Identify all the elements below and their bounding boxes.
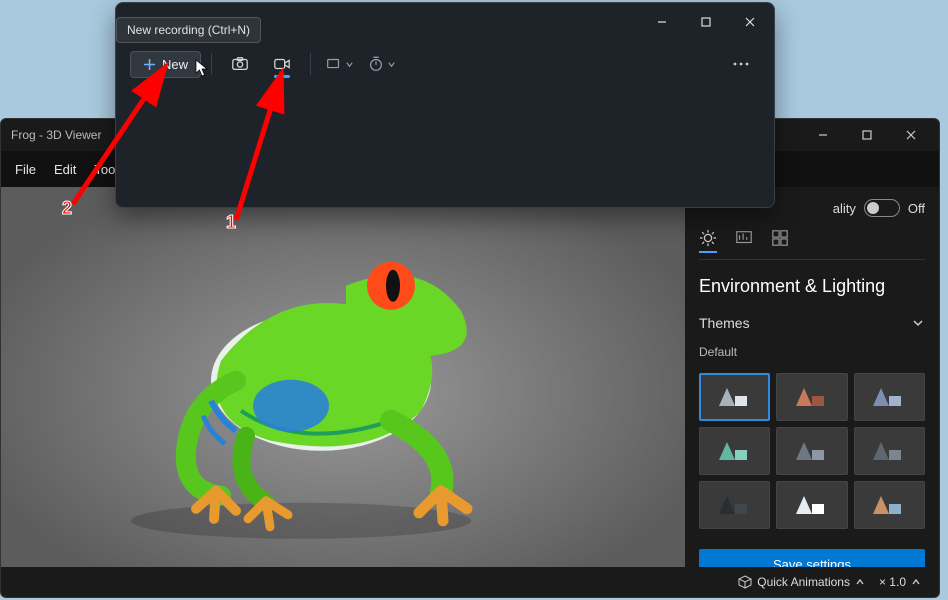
video-mode-button[interactable]: [264, 48, 300, 80]
quality-state: Off: [908, 201, 925, 216]
theme-swatch[interactable]: [699, 481, 770, 529]
annotation-label-1: 1: [226, 212, 236, 233]
new-label: New: [162, 57, 188, 72]
separator: [211, 53, 212, 75]
minimize-button[interactable]: [640, 6, 684, 38]
maximize-button[interactable]: [847, 121, 887, 149]
delay-button[interactable]: [363, 48, 399, 80]
timer-icon: [367, 55, 385, 73]
annotation-label-2: 2: [62, 198, 72, 219]
viewer-title: Frog - 3D Viewer: [11, 128, 101, 142]
camera-icon: [231, 55, 249, 73]
theme-swatch[interactable]: [854, 373, 925, 421]
tab-lighting[interactable]: [699, 229, 717, 253]
frog-model: [91, 231, 511, 541]
right-panel: ality Off Environment & Lighting Themes: [685, 187, 939, 597]
quality-toggle[interactable]: [864, 199, 900, 217]
theme-swatch[interactable]: [699, 373, 770, 421]
theme-swatch[interactable]: [854, 481, 925, 529]
themes-label: Themes: [699, 315, 750, 331]
ellipsis-icon: [732, 61, 750, 67]
theme-swatch[interactable]: [854, 427, 925, 475]
plus-icon: [143, 58, 156, 71]
recorder-window: New recording (Ctrl+N) New: [115, 2, 775, 208]
minimize-button[interactable]: [803, 121, 843, 149]
themes-header[interactable]: Themes: [699, 311, 925, 335]
viewport-3d[interactable]: [1, 187, 685, 597]
zoom-value: × 1.0: [879, 575, 906, 589]
menu-edit[interactable]: Edit: [54, 162, 76, 177]
chevron-up-icon: [855, 577, 865, 587]
themes-subtitle: Default: [699, 345, 925, 359]
theme-swatch[interactable]: [776, 481, 847, 529]
cube-icon: [738, 575, 752, 589]
quick-animations-button[interactable]: Quick Animations: [738, 575, 865, 589]
new-recording-tooltip: New recording (Ctrl+N): [116, 17, 261, 43]
new-button[interactable]: New: [130, 51, 201, 78]
chevron-down-icon: [911, 316, 925, 330]
panel-heading: Environment & Lighting: [699, 276, 925, 297]
more-button[interactable]: [722, 55, 760, 73]
rectangle-icon: [325, 55, 343, 73]
screenshot-mode-button[interactable]: [222, 48, 258, 80]
theme-swatch[interactable]: [699, 427, 770, 475]
theme-grid: [699, 373, 925, 529]
video-icon: [273, 55, 291, 73]
panel-tabs: [699, 229, 925, 260]
close-button[interactable]: [891, 121, 931, 149]
quick-animations-label: Quick Animations: [757, 575, 850, 589]
theme-swatch[interactable]: [776, 373, 847, 421]
status-bar: Quick Animations × 1.0: [1, 567, 939, 597]
close-button[interactable]: [728, 6, 772, 38]
tab-stats[interactable]: [735, 229, 753, 253]
chevron-down-icon: [387, 60, 396, 69]
viewer-body: ality Off Environment & Lighting Themes: [1, 187, 939, 597]
chevron-down-icon: [345, 60, 354, 69]
theme-swatch[interactable]: [776, 427, 847, 475]
quality-label: ality: [833, 201, 856, 216]
separator: [310, 53, 311, 75]
recorder-toolbar: New: [116, 41, 774, 87]
menu-file[interactable]: File: [15, 162, 36, 177]
chevron-up-icon: [911, 577, 921, 587]
shape-mode-button[interactable]: [321, 48, 357, 80]
tab-grid[interactable]: [771, 229, 789, 253]
cursor-icon: [195, 59, 209, 77]
maximize-button[interactable]: [684, 6, 728, 38]
zoom-indicator[interactable]: × 1.0: [879, 575, 921, 589]
